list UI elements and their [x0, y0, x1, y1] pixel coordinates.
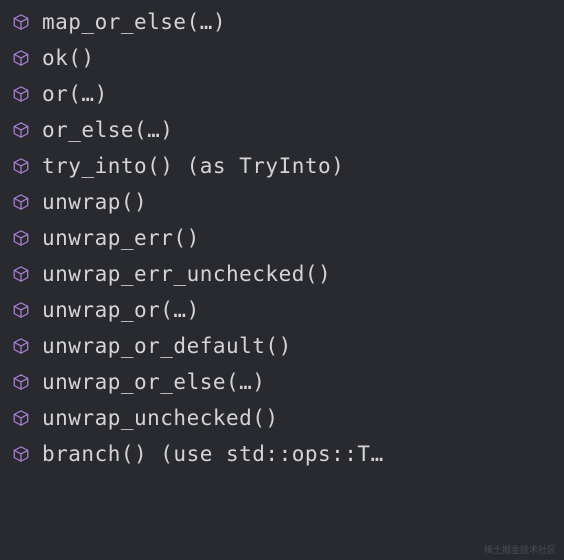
- completion-item[interactable]: or(…): [0, 76, 564, 112]
- method-icon: [12, 229, 30, 247]
- completion-item[interactable]: branch() (use std::ops::T…: [0, 436, 564, 472]
- method-icon: [12, 265, 30, 283]
- completion-label: map_or_else(…): [42, 10, 226, 34]
- completion-label: or(…): [42, 82, 108, 106]
- completion-label: or_else(…): [42, 118, 173, 142]
- completion-item[interactable]: unwrap_or(…): [0, 292, 564, 328]
- method-icon: [12, 373, 30, 391]
- completion-label: unwrap_or(…): [42, 298, 200, 322]
- method-icon: [12, 301, 30, 319]
- completion-list: map_or_else(…) ok() or(…) or_else(…) try_int…: [0, 4, 564, 472]
- completion-item[interactable]: try_into() (as TryInto): [0, 148, 564, 184]
- completion-item[interactable]: unwrap_unchecked(): [0, 400, 564, 436]
- method-icon: [12, 121, 30, 139]
- completion-item[interactable]: map_or_else(…): [0, 4, 564, 40]
- completion-item[interactable]: or_else(…): [0, 112, 564, 148]
- method-icon: [12, 409, 30, 427]
- completion-label: unwrap_unchecked(): [42, 406, 279, 430]
- completion-label: unwrap_err_unchecked(): [42, 262, 331, 286]
- completion-item[interactable]: unwrap_or_else(…): [0, 364, 564, 400]
- completion-label: unwrap_or_default(): [42, 334, 292, 358]
- completion-item[interactable]: unwrap(): [0, 184, 564, 220]
- completion-label: unwrap(): [42, 190, 147, 214]
- method-icon: [12, 13, 30, 31]
- completion-item[interactable]: unwrap_or_default(): [0, 328, 564, 364]
- completion-label: unwrap_or_else(…): [42, 370, 265, 394]
- method-icon: [12, 85, 30, 103]
- method-icon: [12, 49, 30, 67]
- method-icon: [12, 445, 30, 463]
- method-icon: [12, 193, 30, 211]
- completion-label: ok(): [42, 46, 95, 70]
- watermark: 稀土掘金技术社区: [484, 543, 556, 556]
- method-icon: [12, 337, 30, 355]
- method-icon: [12, 157, 30, 175]
- completion-item[interactable]: unwrap_err(): [0, 220, 564, 256]
- completion-label: branch() (use std::ops::T…: [42, 442, 384, 466]
- completion-label: unwrap_err(): [42, 226, 200, 250]
- completion-label: try_into() (as TryInto): [42, 154, 344, 178]
- completion-item[interactable]: unwrap_err_unchecked(): [0, 256, 564, 292]
- completion-item[interactable]: ok(): [0, 40, 564, 76]
